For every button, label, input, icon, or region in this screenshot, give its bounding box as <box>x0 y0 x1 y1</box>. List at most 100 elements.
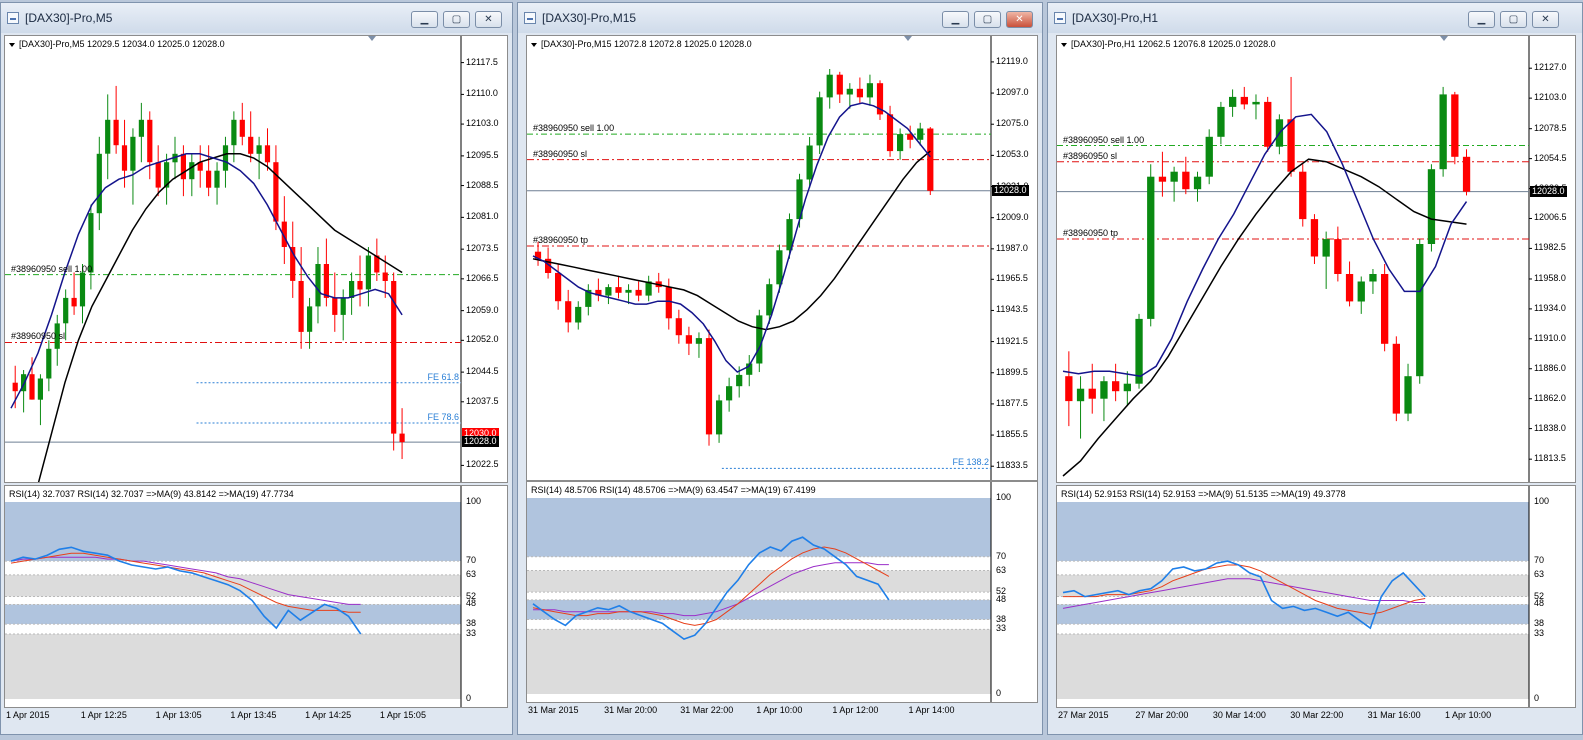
price-tick-label: 12097.0 <box>996 87 1029 98</box>
candle <box>147 111 153 180</box>
window-titlebar[interactable]: [DAX30]-Pro,M5 ▁ ▢ ✕ <box>1 3 512 33</box>
shift-marker-icon[interactable] <box>904 36 912 41</box>
price-tick-label: 12081.0 <box>466 211 499 222</box>
candle <box>1404 363 1412 422</box>
candle-body <box>29 374 35 400</box>
window-titlebar[interactable]: [DAX30]-Pro,M15 ▁ ▢ ✕ <box>518 3 1042 33</box>
candle <box>1334 226 1342 282</box>
candle <box>37 374 43 426</box>
candle <box>365 247 371 307</box>
candle-body <box>298 281 304 332</box>
candle-body <box>1252 101 1260 105</box>
maximize-button[interactable]: ▢ <box>443 11 470 28</box>
time-tick-label: 1 Apr 2015 <box>6 710 50 720</box>
rsi-band <box>1057 596 1529 605</box>
minimize-button[interactable]: ▁ <box>1468 11 1495 28</box>
candle <box>1240 86 1248 110</box>
shift-marker-icon[interactable] <box>368 36 376 41</box>
rsi-level-label: 100 <box>996 492 1012 502</box>
candle-body <box>665 287 672 319</box>
candle-body <box>1217 106 1225 137</box>
price-tick-label: 11899.5 <box>996 366 1028 377</box>
price-tick-label: 12119.0 <box>996 55 1028 66</box>
close-button[interactable]: ✕ <box>1532 11 1559 28</box>
rsi-band <box>1057 561 1529 575</box>
chart-window-icon <box>1054 12 1066 24</box>
candle-body <box>1404 376 1412 414</box>
rsi-level-label: 70 <box>1534 555 1545 566</box>
moving-average-fast <box>1062 113 1468 377</box>
candle <box>340 289 346 341</box>
candle-body <box>565 301 572 323</box>
rsi-panel[interactable]: RSI(14) 52.9153 RSI(14) 52.9153 =>MA(9) … <box>1056 485 1576 708</box>
window-titlebar[interactable]: [DAX30]-Pro,H1 ▁ ▢ ✕ <box>1048 3 1582 33</box>
candle-body <box>121 145 128 171</box>
price-chart[interactable]: [DAX30]-Pro,M5 12029.5 12034.0 12025.0 1… <box>4 35 508 483</box>
candle <box>866 74 873 106</box>
rsi-level-label: 100 <box>466 496 482 506</box>
candle-body <box>256 145 262 154</box>
time-tick-label: 1 Apr 14:00 <box>908 705 955 715</box>
time-tick-label: 27 Mar 20:00 <box>1135 710 1189 720</box>
rsi-band <box>5 624 461 634</box>
price-chart[interactable]: [DAX30]-Pro,H1 12062.5 12076.8 12025.0 1… <box>1056 35 1576 483</box>
rsi-plot-svg <box>1057 486 1530 707</box>
chart-window-m15[interactable]: [DAX30]-Pro,M15 ▁ ▢ ✕ [DAX30]-Pro,M15 12… <box>517 2 1043 735</box>
candle <box>315 247 321 324</box>
chart-window-m5[interactable]: [DAX30]-Pro,M5 ▁ ▢ ✕ [DAX30]-Pro,M5 1202… <box>0 2 513 735</box>
shift-marker-icon[interactable] <box>1440 36 1448 41</box>
candle-body <box>37 378 43 400</box>
price-tick-label: 12088.5 <box>466 179 499 190</box>
candle-body <box>264 145 271 163</box>
price-chart[interactable]: [DAX30]-Pro,M15 12072.8 12072.8 12025.0 … <box>526 35 1038 481</box>
candle <box>1264 96 1272 152</box>
candle-body <box>726 386 733 401</box>
order-label-tp: #38960950 tp <box>533 235 589 245</box>
chevron-down-icon[interactable] <box>9 43 15 47</box>
close-button[interactable]: ✕ <box>475 11 502 28</box>
candle <box>836 71 843 103</box>
candle <box>856 77 863 103</box>
chevron-down-icon[interactable] <box>531 43 537 47</box>
candle <box>96 136 102 231</box>
candle-body <box>705 338 713 435</box>
candle-body <box>625 289 632 293</box>
candle <box>565 289 572 333</box>
maximize-button[interactable]: ▢ <box>1500 11 1527 28</box>
minimize-button[interactable]: ▁ <box>411 11 438 28</box>
order-label-sl: #38960950 sl <box>1063 150 1118 161</box>
price-tick-label: 12103.0 <box>1534 92 1567 103</box>
candle <box>1416 239 1424 384</box>
candle <box>256 136 262 180</box>
close-button[interactable]: ✕ <box>1006 11 1033 28</box>
candle <box>534 241 542 266</box>
rsi-level-label: 48 <box>466 598 477 609</box>
rsi-panel[interactable]: RSI(14) 48.5706 RSI(14) 48.5706 =>MA(9) … <box>526 481 1038 703</box>
minimize-button[interactable]: ▁ <box>942 11 969 28</box>
candle <box>1392 336 1400 422</box>
order-label-entry: #38960950 sell 1.00 <box>533 123 615 134</box>
candle <box>726 377 733 412</box>
candle <box>307 297 313 349</box>
candle-body <box>756 315 763 364</box>
rsi-level-label: 38 <box>1534 618 1545 629</box>
chart-window-h1[interactable]: [DAX30]-Pro,H1 ▁ ▢ ✕ [DAX30]-Pro,H1 1206… <box>1047 2 1583 735</box>
chevron-down-icon[interactable] <box>1061 43 1067 47</box>
candle <box>189 153 195 197</box>
maximize-button[interactable]: ▢ <box>974 11 1001 28</box>
candle <box>281 196 287 264</box>
time-axis: 27 Mar 2015 27 Mar 20:00 30 Mar 14:00 30 Ma… <box>1056 708 1576 730</box>
rsi-level-label: 100 <box>1534 496 1550 506</box>
candle-body <box>917 128 924 140</box>
time-tick-label: 1 Apr 15:05 <box>379 710 426 720</box>
candle-body <box>615 287 622 293</box>
rsi-header: RSI(14) 32.7037 RSI(14) 32.7037 =>MA(9) … <box>9 489 294 499</box>
candle <box>155 145 161 197</box>
candle-body <box>1345 274 1354 302</box>
price-tick-label: 12006.5 <box>1534 212 1567 223</box>
rsi-band <box>1057 624 1529 634</box>
time-tick-label: 1 Apr 10:00 <box>756 705 803 715</box>
candle-body <box>695 338 702 344</box>
candle-body <box>836 74 843 95</box>
rsi-panel[interactable]: RSI(14) 32.7037 RSI(14) 32.7037 =>MA(9) … <box>4 485 508 708</box>
